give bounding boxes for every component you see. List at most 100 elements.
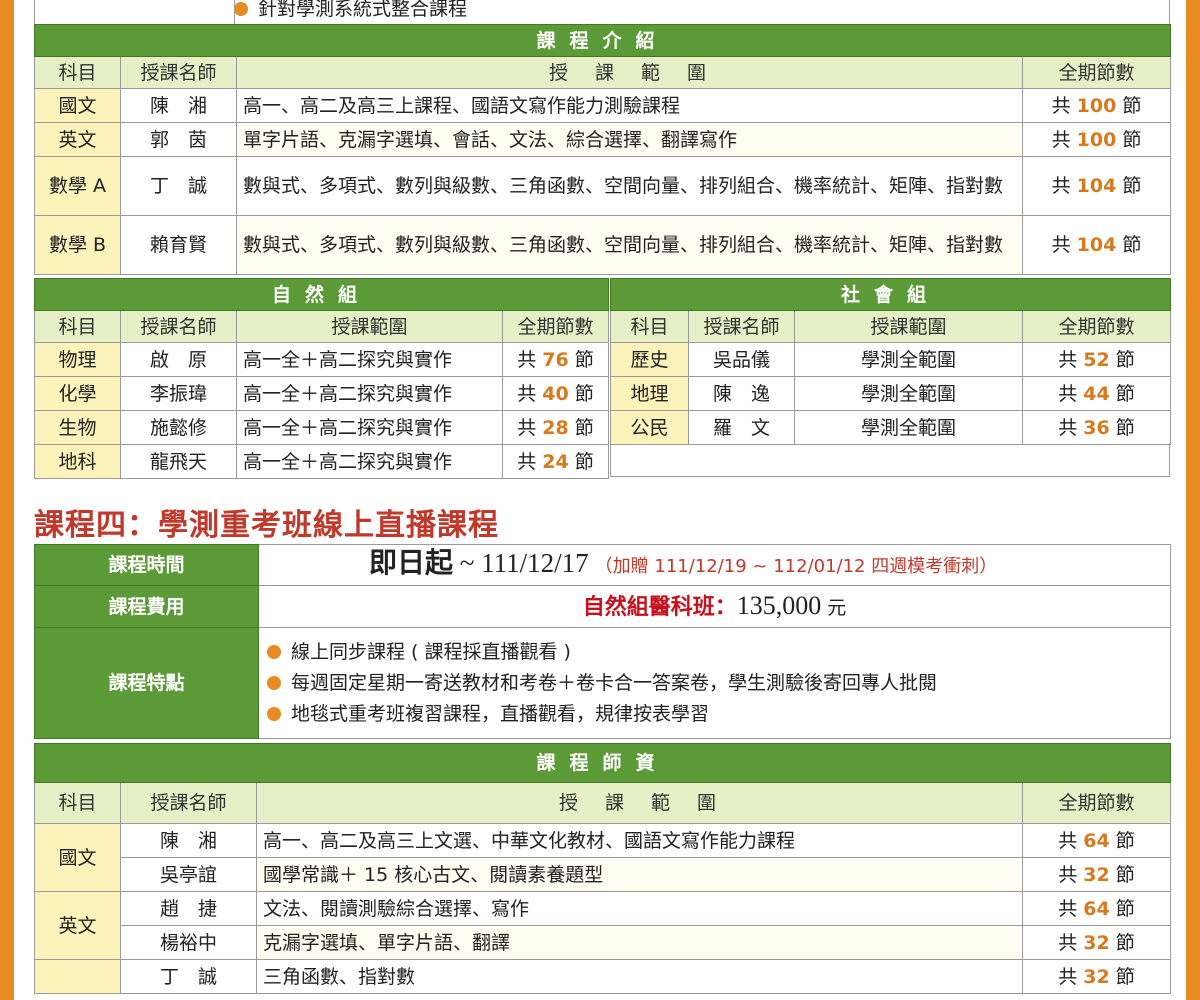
subject-cell: 英文 [34, 122, 121, 157]
teacher-cell: 郭 茵 [120, 122, 237, 157]
list-item: 線上同步課程 ( 課程採直播觀看 ) [267, 637, 1162, 668]
teacher-cell: 楊裕中 [120, 925, 257, 960]
col-teacher: 授課名師 [688, 310, 795, 343]
course4-title: 課程四：學測重考班線上直播課程 [34, 508, 499, 543]
fee-unit: 元 [827, 596, 847, 619]
time-cell: 即日起 ~ 111/12/17 （加贈 111/12/19 ~ 112/01/1… [258, 544, 1171, 586]
count-cell: 共 32 節 [1021, 857, 1172, 892]
subject-cell: 公民 [610, 410, 689, 445]
range-cell: 高一全＋高二探究與實作 [236, 376, 503, 411]
table-row: 英文 趙 捷 文法、閱讀測驗綜合選擇、寫作 共 64 節 [34, 891, 1172, 960]
range-cell: 文法、閱讀測驗綜合選擇、寫作 [256, 891, 1023, 926]
range-cell: 單字片語、克漏字選填、會話、文法、綜合選擇、翻譯寫作 [236, 122, 1023, 157]
course-intro-table: 課程介紹 科目 授課名師 授 課 範 圍 全期節數 國文 陳 湘 高一、高二及高… [33, 24, 1172, 275]
table-row: 吳亭誼 國學常識＋ 15 核心古文、閱讀素養題型 共 32 節 [35, 857, 1172, 892]
count-cell: 共 100 節 [1021, 88, 1172, 123]
bullet-icon [267, 675, 281, 690]
subject-cell: 化學 [34, 376, 121, 411]
col-teacher: 授課名師 [120, 782, 257, 824]
count-cell: 共 104 節 [1021, 156, 1172, 216]
course4-info-table: 課程時間 即日起 ~ 111/12/17 （加贈 111/12/19 ~ 112… [34, 544, 1171, 739]
fee-amount: 135,000 [736, 590, 822, 620]
range-cell: 數與式、多項式、數列與級數、三角函數、空間向量、排列組合、機率統計、矩陣、指對數 [236, 215, 1023, 275]
col-subject: 科目 [34, 782, 121, 824]
teacher-cell: 陳 湘 [120, 88, 237, 123]
teacher-cell: 賴育賢 [120, 215, 237, 275]
col-count: 全期節數 [1021, 782, 1172, 824]
bullet-icon [267, 644, 281, 659]
col-subject: 科目 [34, 56, 121, 89]
count-cell: 共 32 節 [1021, 959, 1172, 994]
top-bullet-text: 針對學測系統式整合課程 [258, 0, 468, 20]
range-cell: 克漏字選填、單字片語、翻譯 [256, 925, 1023, 960]
count-cell: 共 24 節 [501, 444, 610, 479]
teacher-cell: 丁 誠 [120, 156, 237, 216]
subject-cell: 地理 [610, 376, 689, 411]
col-range: 授課範圍 [236, 310, 503, 343]
count-cell: 共 32 節 [1021, 925, 1172, 960]
fee-label: 課程費用 [34, 585, 259, 628]
col-count: 全期節數 [501, 310, 610, 343]
bullet-icon [267, 706, 281, 721]
table-row: 國文 陳 湘 高一、高二及高三上文選、中華文化教材、國語文寫作能力課程 共 64 節 [34, 823, 1172, 892]
teacher-cell: 吳品儀 [688, 342, 795, 377]
table-row: 楊裕中 克漏字選填、單字片語、翻譯 共 32 節 [35, 925, 1172, 960]
count-cell: 共 64 節 [1021, 823, 1172, 858]
course-intro-header: 課程介紹 [33, 24, 1172, 57]
count-cell: 共 100 節 [1021, 122, 1172, 157]
fee-cell: 自然組醫科班：135,000 元 [258, 585, 1171, 628]
range-cell: 高一全＋高二探究與實作 [236, 342, 503, 377]
count-cell: 共 52 節 [1021, 342, 1172, 377]
feature-label: 課程特點 [34, 627, 259, 739]
range-cell: 三角函數、指對數 [256, 959, 1023, 994]
col-teacher: 授課名師 [120, 56, 237, 89]
teacher-cell: 趙 捷 [120, 891, 257, 926]
col-count: 全期節數 [1021, 310, 1172, 343]
count-cell: 共 76 節 [501, 342, 610, 377]
subject-cell [34, 959, 121, 994]
fee-class: 自然組醫科班： [582, 594, 737, 620]
col-range: 授 課 範 圍 [256, 782, 1023, 824]
count-cell: 共 40 節 [501, 376, 610, 411]
list-item: 地毯式重考班複習課程，直播觀看，規律按表學習 [267, 699, 1162, 730]
col-count: 全期節數 [1021, 56, 1172, 89]
col-range: 授 課 範 圍 [236, 56, 1023, 89]
teacher-cell: 陳 湘 [120, 823, 257, 858]
social-group-header: 社會組 [609, 278, 1172, 311]
range-cell: 高一、高二及高三上課程、國語文寫作能力測驗課程 [236, 88, 1023, 123]
teacher-cell: 吳亭誼 [120, 857, 257, 892]
table-row: 公民 羅 文 學測全範圍 共 36 節 [610, 410, 1172, 445]
natural-group-header: 自然組 [33, 278, 610, 311]
range-cell: 高一全＋高二探究與實作 [236, 444, 503, 479]
table-row: 化學 李振瑋 高一全＋高二探究與實作 共 40 節 [34, 376, 610, 411]
col-range: 授課範圍 [794, 310, 1023, 343]
subject-cell: 數學 A [34, 156, 121, 216]
teacher-cell: 啟 原 [120, 342, 237, 377]
range-cell: 高一全＋高二探究與實作 [236, 410, 503, 445]
range-cell: 學測全範圍 [794, 410, 1023, 445]
range-cell: 國學常識＋ 15 核心古文、閱讀素養題型 [256, 857, 1023, 892]
range-cell: 高一、高二及高三上文選、中華文化教材、國語文寫作能力課程 [256, 823, 1023, 858]
bullet-icon [234, 2, 248, 16]
subject-cell: 歷史 [610, 342, 689, 377]
table-row: 丁 誠 三角函數、指對數 共 32 節 [34, 959, 1172, 994]
time-end: ~ 111/12/17 [453, 548, 589, 578]
time-note: （加贈 111/12/19 ~ 112/01/12 四週模考衝刺） [594, 556, 998, 577]
time-label: 課程時間 [34, 544, 259, 586]
table-row: 地理 陳 逸 學測全範圍 共 44 節 [610, 376, 1172, 411]
teacher-cell: 李振瑋 [120, 376, 237, 411]
count-cell: 共 44 節 [1021, 376, 1172, 411]
teacher-cell: 陳 逸 [688, 376, 795, 411]
range-cell: 學測全範圍 [794, 376, 1023, 411]
table-row: 數學 B 賴育賢 數與式、多項式、數列與級數、三角函數、空間向量、排列組合、機率… [34, 215, 1172, 275]
count-cell: 共 36 節 [1021, 410, 1172, 445]
table-row: 數學 A 丁 誠 數與式、多項式、數列與級數、三角函數、空間向量、排列組合、機率… [34, 156, 1172, 216]
list-item: 每週固定星期一寄送教材和考卷＋卷卡合一答案卷，學生測驗後寄回專人批閱 [267, 668, 1162, 699]
subject-cell: 國文 [34, 88, 121, 123]
time-start: 即日起 [369, 546, 454, 579]
table-row: 歷史 吳品儀 學測全範圍 共 52 節 [610, 342, 1172, 377]
subject-cell: 地科 [34, 444, 121, 479]
subject-cell: 物理 [34, 342, 121, 377]
page: 針對學測系統式整合課程 課程介紹 科目 授課名師 授 課 範 圍 全期節數 國文… [14, 0, 1186, 1000]
table-row: 地科 龍飛天 高一全＋高二探究與實作 共 24 節 [34, 444, 610, 479]
